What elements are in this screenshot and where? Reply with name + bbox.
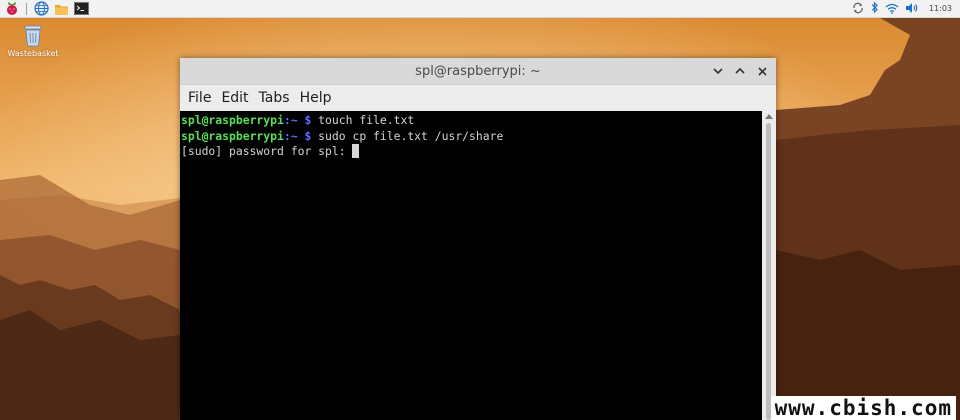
close-icon bbox=[757, 66, 767, 76]
terminal-line: spl@raspberrypi:~ $ sudo cp file.txt /us… bbox=[181, 129, 762, 145]
wifi-icon[interactable] bbox=[885, 0, 899, 18]
terminal-line: spl@raspberrypi:~ $ touch file.txt bbox=[181, 113, 762, 129]
terminal-window: spl@raspberrypi: ~ File Edit Tabs Help s… bbox=[180, 58, 776, 420]
menu-help[interactable]: Help bbox=[296, 90, 336, 106]
system-tray: 11:03 bbox=[852, 0, 960, 18]
window-title: spl@raspberrypi: ~ bbox=[415, 63, 541, 79]
wastebasket-desktop-item[interactable]: Wastebasket bbox=[6, 24, 60, 58]
window-titlebar[interactable]: spl@raspberrypi: ~ bbox=[180, 58, 776, 85]
terminal-output[interactable]: spl@raspberrypi:~ $ touch file.txt spl@ra… bbox=[180, 111, 762, 420]
terminal-launcher-icon[interactable] bbox=[73, 1, 89, 17]
volume-icon[interactable] bbox=[905, 0, 919, 18]
panel-separator bbox=[26, 2, 27, 15]
top-panel: 11:03 bbox=[0, 0, 960, 18]
raspberry-menu-icon[interactable] bbox=[4, 1, 20, 17]
prompt-user: spl@raspberrypi bbox=[181, 113, 284, 127]
minimize-button[interactable] bbox=[708, 62, 728, 80]
watermark: www.cbish.com bbox=[770, 396, 956, 420]
bluetooth-icon[interactable] bbox=[870, 0, 879, 18]
prompt-user: spl@raspberrypi bbox=[181, 128, 284, 143]
chevron-down-icon bbox=[713, 68, 723, 75]
terminal-line: [sudo] password for spl: bbox=[181, 144, 762, 160]
window-controls bbox=[708, 62, 772, 80]
scroll-up-icon[interactable] bbox=[765, 113, 773, 119]
sudo-password-prompt: [sudo] password for spl: bbox=[181, 144, 353, 158]
menu-bar: File Edit Tabs Help bbox=[180, 85, 776, 111]
wastebasket-icon bbox=[24, 25, 42, 47]
wastebasket-label: Wastebasket bbox=[7, 49, 59, 58]
menu-edit[interactable]: Edit bbox=[217, 90, 252, 106]
launcher-bar bbox=[0, 1, 89, 17]
file-manager-icon[interactable] bbox=[53, 1, 69, 17]
chevron-up-icon bbox=[735, 67, 745, 74]
terminal-scrollbar[interactable] bbox=[762, 111, 776, 420]
prompt-path: :~ $ bbox=[283, 113, 312, 127]
scrollbar-thumb[interactable] bbox=[766, 123, 771, 420]
maximize-button[interactable] bbox=[730, 62, 750, 80]
update-icon[interactable] bbox=[852, 0, 864, 18]
web-browser-icon[interactable] bbox=[33, 1, 49, 17]
menu-tabs[interactable]: Tabs bbox=[255, 90, 294, 106]
prompt-path: :~ $ bbox=[283, 128, 312, 143]
command-text: touch file.txt bbox=[311, 113, 415, 127]
panel-clock[interactable]: 11:03 bbox=[929, 4, 952, 13]
menu-file[interactable]: File bbox=[184, 90, 215, 106]
terminal-area: spl@raspberrypi:~ $ touch file.txt spl@ra… bbox=[180, 111, 776, 420]
command-text: sudo cp file.txt /usr/share bbox=[311, 128, 504, 143]
text-cursor bbox=[352, 144, 360, 158]
close-button[interactable] bbox=[752, 62, 772, 80]
